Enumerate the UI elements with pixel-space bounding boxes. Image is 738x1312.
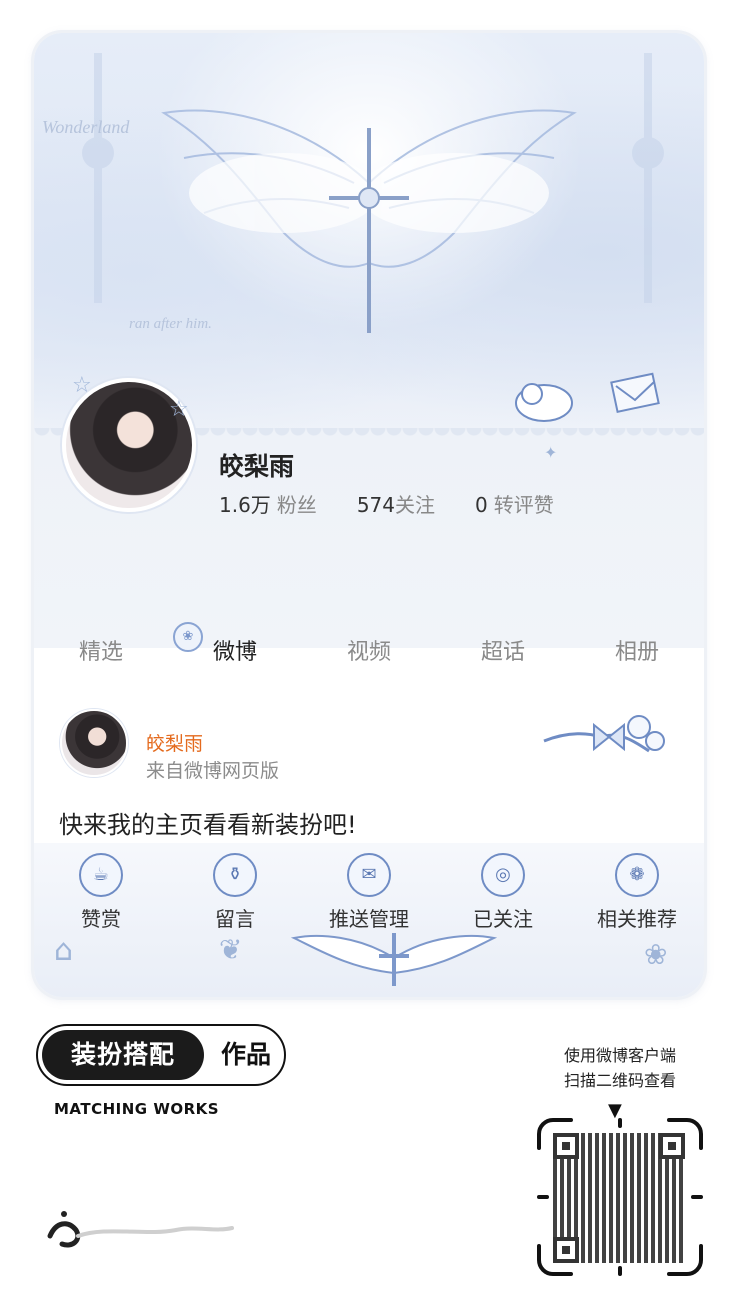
post-actions: ☕ 赞赏 ⚱ 留言 ✉ 推送管理 ◎ 已关注 ❁ 相关推荐	[34, 853, 704, 932]
rose-badge-icon: ❀	[173, 622, 203, 652]
handwritten-signature	[47, 1211, 234, 1248]
qr-instructions: 使用微博客户端 扫描二维码查看	[540, 1043, 700, 1093]
profile-stats: 1.6万 粉丝 574关注 0 转评赞	[219, 489, 594, 518]
post-author-avatar[interactable]	[60, 709, 128, 777]
wings-cross-decoration	[290, 933, 498, 986]
qr-finder-pattern	[553, 1237, 579, 1263]
svg-text:Wonderland: Wonderland	[42, 117, 130, 137]
stat-label: 粉丝	[276, 493, 317, 517]
star-icon: ☆	[72, 373, 92, 398]
stat-followers[interactable]: 1.6万 粉丝	[219, 489, 317, 518]
action-push-management[interactable]: ✉ 推送管理	[304, 853, 434, 932]
action-followed[interactable]: ◎ 已关注	[438, 853, 568, 932]
profile-card: Wonderland ran after him. ☆ ☆ ✦ 皎梨雨 1.6万…	[34, 33, 704, 997]
tab-weibo[interactable]: ❀ 微博	[173, 622, 295, 666]
action-label: 赞赏	[81, 907, 121, 931]
logo-light-text: 作品	[220, 1040, 271, 1069]
tab-label: 微博	[212, 640, 257, 665]
stat-label: 关注	[395, 493, 435, 517]
qr-code[interactable]	[553, 1133, 685, 1263]
qr-finder-pattern	[659, 1133, 685, 1159]
vase-icon: ⚱	[213, 853, 257, 897]
post-source: 来自微博网页版	[146, 760, 280, 782]
svg-text:ran after him.: ran after him.	[129, 316, 212, 332]
qr-finder-pattern	[553, 1133, 579, 1159]
mirror-icon: ◎	[481, 853, 525, 897]
action-recommendations[interactable]: ❁ 相关推荐	[572, 853, 702, 932]
stat-following[interactable]: 574关注	[357, 489, 435, 518]
puppy-and-letter-decoration	[515, 372, 660, 422]
tab-featured[interactable]: 精选	[41, 634, 161, 666]
action-reward[interactable]: ☕ 赞赏	[36, 853, 166, 932]
profile-tabs: 精选 ❀ 微博 视频 超话 相册	[34, 615, 704, 685]
tab-videos[interactable]: 视频	[309, 634, 429, 666]
stat-number: 574	[356, 493, 395, 517]
profile-username: 皎梨雨	[219, 452, 295, 481]
teacup-icon: ☕	[79, 853, 123, 897]
tab-albums[interactable]: 相册	[577, 634, 697, 666]
tab-super-topics[interactable]: 超话	[443, 634, 563, 666]
qr-instruction-line: 使用微博客户端	[563, 1046, 676, 1065]
rose-icon: ❀	[644, 938, 668, 971]
action-comment[interactable]: ⚱ 留言	[170, 853, 300, 932]
ribbon-rose-decoration	[543, 715, 665, 753]
stat-label: 转评赞	[493, 493, 554, 517]
jar-icon: ❁	[615, 853, 659, 897]
matching-works-logo: 装扮搭配 作品	[36, 1024, 288, 1088]
post-content[interactable]: 快来我的主页看看新装扮吧!	[59, 805, 357, 840]
action-label: 相关推荐	[597, 907, 677, 931]
logo-subtitle: MATCHING WORKS	[54, 1100, 220, 1118]
stat-reposts[interactable]: 0 转评赞	[475, 489, 554, 518]
logo-dark-text: 装扮搭配	[42, 1030, 204, 1080]
envelope-icon: ✉	[347, 853, 391, 897]
post-author-name[interactable]: 皎梨雨	[146, 729, 203, 756]
star-icon: ☆	[169, 397, 189, 422]
butterfly-icon: ❦	[219, 933, 243, 966]
stat-number: 1.6万	[219, 493, 271, 517]
action-label: 留言	[215, 907, 255, 931]
qr-instruction-line: 扫描二维码查看	[563, 1071, 676, 1090]
sparkle-icon: ✦	[544, 443, 558, 462]
stat-number: 0	[475, 493, 488, 517]
lantern-icon: ⌂	[54, 933, 74, 968]
